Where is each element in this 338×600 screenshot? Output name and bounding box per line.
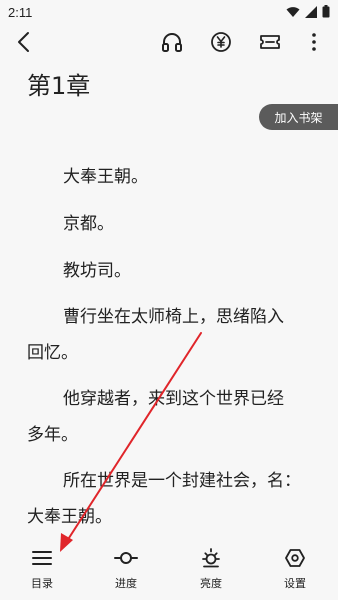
ticket-button[interactable]	[256, 30, 284, 58]
chapter-title: 第1章	[27, 72, 91, 100]
menu-icon	[31, 548, 53, 572]
status-bar: 2:11	[0, 0, 338, 26]
settings-hexagon-icon	[284, 548, 306, 572]
toc-button[interactable]: 目录	[12, 548, 72, 591]
cellular-signal-icon	[305, 5, 317, 21]
yen-icon	[210, 31, 232, 57]
paragraph-line: 教坊司。	[63, 261, 131, 281]
wifi-icon	[286, 6, 300, 21]
status-time: 2:11	[8, 5, 33, 20]
progress-button[interactable]: 进度	[96, 548, 156, 591]
paragraph-line: 他穿越者，来到这个世界已经	[63, 389, 284, 409]
reader-toolbar	[0, 26, 338, 62]
toc-label: 目录	[31, 577, 53, 590]
ticket-icon	[259, 31, 281, 57]
reward-button[interactable]	[207, 30, 235, 58]
paragraph-line: 回忆。	[27, 343, 78, 363]
listen-button[interactable]	[158, 30, 186, 58]
status-icons	[286, 5, 330, 21]
progress-slider-icon	[114, 548, 138, 572]
reader-bottom-bar: 目录 进度 亮度 设置	[0, 544, 338, 600]
chevron-left-icon	[14, 31, 34, 57]
paragraph-line: 所在世界是一个封建社会，名：	[63, 471, 301, 491]
add-to-bookshelf-button[interactable]: 加入书架	[259, 104, 338, 130]
battery-icon	[322, 5, 330, 21]
brightness-label: 亮度	[200, 577, 222, 590]
settings-button[interactable]: 设置	[265, 548, 325, 591]
back-button[interactable]	[10, 30, 38, 58]
paragraph-line: 多年。	[27, 425, 78, 445]
more-button[interactable]	[300, 30, 328, 58]
paragraph-line: 大奉王朝。	[63, 167, 148, 187]
paragraph-line: 大奉王朝。	[27, 507, 112, 527]
brightness-button[interactable]: 亮度	[181, 548, 241, 591]
settings-label: 设置	[284, 577, 306, 590]
progress-label: 进度	[115, 577, 137, 590]
headphones-icon	[161, 31, 183, 57]
paragraph-line: 曹行坐在太师椅上，思绪陷入	[63, 307, 284, 327]
sun-icon	[200, 548, 222, 572]
paragraph-line: 京都。	[63, 214, 114, 234]
more-vertical-icon	[311, 32, 317, 56]
